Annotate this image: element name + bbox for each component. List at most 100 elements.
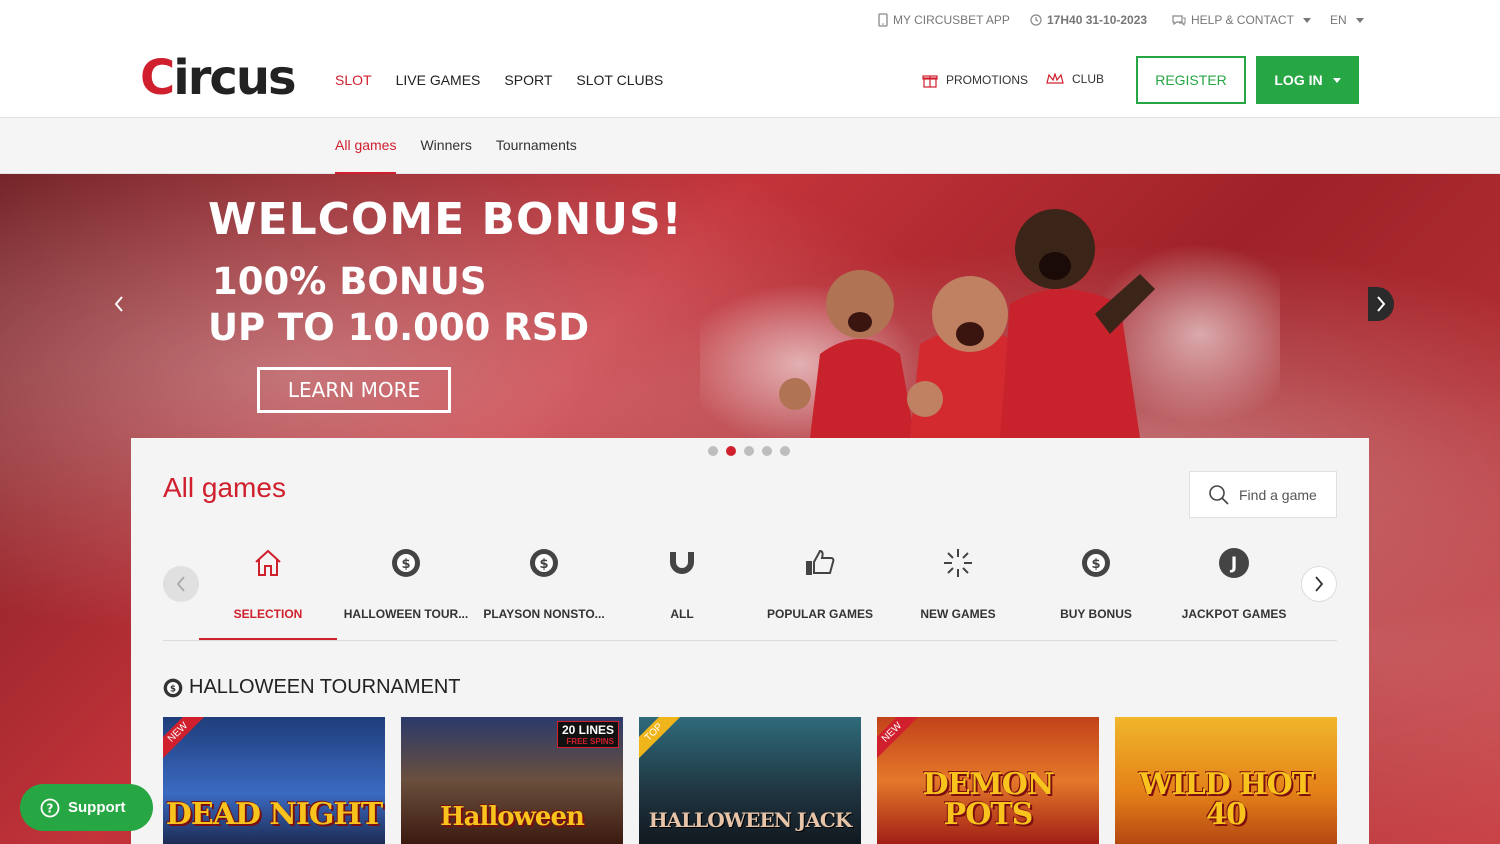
register-button[interactable]: REGISTER [1136,56,1246,104]
support-button[interactable]: ? Support [20,784,153,831]
club-link[interactable]: CLUB [1046,72,1104,86]
lines-badge: 20 LINES FREE SPINS [556,721,619,748]
category-halloween-tournament[interactable]: $ HALLOWEEN TOUR... [337,543,475,641]
subnav-tournaments[interactable]: Tournaments [496,118,577,174]
clock-icon [1030,14,1042,26]
nav-sport[interactable]: SPORT [504,72,552,88]
game-title: WILD HOT 40 [1138,767,1314,832]
promotions-link[interactable]: PROMOTIONS [922,72,1028,88]
nav-slot[interactable]: SLOT [335,72,372,88]
svg-text:J: J [1230,554,1237,574]
game-card-wild-hot-40[interactable]: WILD HOT 40 [1115,717,1337,844]
hero-line1: 100% BONUS [212,260,487,303]
game-card-halloween[interactable]: 20 LINES FREE SPINS Halloween [401,717,623,844]
lines-badge-label: 20 LINES [561,723,614,737]
chip-icon: $ [163,678,183,697]
game-card-demon-pots[interactable]: NEW DEMON POTS [877,717,1099,844]
category-prev-button[interactable] [163,566,199,602]
subnav-all-games[interactable]: All games [335,118,397,174]
magnet-icon [670,552,694,574]
search-icon [1209,484,1229,505]
chip-icon: $ [530,549,558,577]
gift-icon [922,75,938,88]
game-title: DEAD NIGHT [165,797,383,832]
category-label: JACKPOT GAMES [1181,607,1287,621]
game-card-dead-night[interactable]: NEW DEAD NIGHT [163,717,385,844]
circus-logo[interactable]: Circus [140,50,297,106]
nav-live-games[interactable]: LIVE GAMES [396,72,481,88]
chevron-left-icon [114,296,123,312]
chevron-down-icon [1302,17,1311,23]
carousel-dot[interactable] [744,446,754,456]
login-button[interactable]: LOG IN [1256,56,1359,104]
club-label: CLUB [1072,72,1105,86]
category-selection[interactable]: SELECTION [199,543,337,641]
sparkle-icon [944,549,972,577]
chevron-down-icon [1332,77,1341,83]
chip-icon: $ [392,549,420,577]
category-label: POPULAR GAMES [766,607,873,621]
svg-text:$: $ [1091,557,1100,572]
carousel-dot[interactable] [780,446,790,456]
svg-text:$: $ [401,557,410,572]
svg-text:?: ? [47,801,54,815]
category-label: NEW GAMES [920,607,996,621]
search-placeholder: Find a game [1239,486,1317,503]
chevron-right-icon [1377,296,1386,312]
category-label: HALLOWEEN TOUR... [343,607,469,621]
hero-title: WELCOME BONUS! [208,194,683,245]
category-jackpot-games[interactable]: J JACKPOT GAMES [1165,543,1303,641]
category-new-games[interactable]: NEW GAMES [889,543,1027,641]
game-title: HALLOWEEN JACK [648,808,852,832]
new-ribbon: NEW [877,717,923,763]
category-all[interactable]: ALL [613,543,751,641]
learn-more-button[interactable]: LEARN MORE [257,367,451,413]
language-label: EN [1330,13,1347,27]
category-popular-games[interactable]: POPULAR GAMES [751,543,889,641]
game-title: DEMON POTS [922,767,1055,832]
sub-nav: All games Winners Tournaments [0,118,1500,174]
datetime-display: 17H40 31-10-2023 [1030,13,1147,27]
category-label: SELECTION [233,607,303,621]
nav-slot-clubs[interactable]: SLOT CLUBS [576,72,663,88]
top-ribbon: TOP [639,717,685,763]
category-label: PLAYSON NONSTO... [483,607,605,621]
page-title: All games [163,472,286,503]
svg-text:$: $ [170,684,176,694]
players-image [700,209,1280,438]
jackpot-icon: J [1219,548,1249,578]
utility-bar: MY CIRCUSBET APP 17H40 31-10-2023 HELP &… [0,0,1500,40]
promotions-label: PROMOTIONS [946,73,1029,87]
help-contact-dropdown[interactable]: HELP & CONTACT [1172,13,1311,27]
carousel-dot[interactable] [762,446,772,456]
chat-icon [1172,15,1186,26]
game-title: Halloween [440,802,585,832]
hero-line2: UP TO 10.000 RSD [208,306,590,349]
game-card-halloween-jack[interactable]: TOP HALLOWEEN JACK [639,717,861,844]
my-app-label: MY CIRCUSBET APP [893,13,1010,27]
my-app-link[interactable]: MY CIRCUSBET APP [878,13,1010,27]
category-label: BUY BONUS [1060,607,1132,621]
category-divider [163,640,1337,641]
game-search-input[interactable]: Find a game [1189,471,1337,518]
datetime-text: 17H40 31-10-2023 [1047,13,1148,27]
hero-prev-button[interactable] [106,287,132,321]
section-title: $ HALLOWEEN TOURNAMENT [163,676,461,699]
category-playson-nonstop[interactable]: $ PLAYSON NONSTO... [475,543,613,641]
help-icon: ? [40,798,60,817]
hero-next-button[interactable] [1368,287,1394,321]
login-label: LOG IN [1274,72,1323,88]
thumbs-up-icon [806,549,835,575]
support-label: Support [68,799,126,816]
language-selector[interactable]: EN [1330,13,1364,27]
games-panel: All games Find a game SELECTION $ HALLOW… [131,438,1369,844]
carousel-dot-active[interactable] [726,446,736,456]
carousel-dot[interactable] [708,446,718,456]
chevron-right-icon [1315,576,1324,592]
category-buy-bonus[interactable]: $ BUY BONUS [1027,543,1165,641]
category-next-button[interactable] [1301,566,1337,602]
carousel-dots [708,446,790,456]
games-row: NEW DEAD NIGHT 20 LINES FREE SPINS Hallo… [163,717,1337,844]
subnav-winners[interactable]: Winners [420,118,471,174]
section-title-label: HALLOWEEN TOURNAMENT [189,676,461,698]
